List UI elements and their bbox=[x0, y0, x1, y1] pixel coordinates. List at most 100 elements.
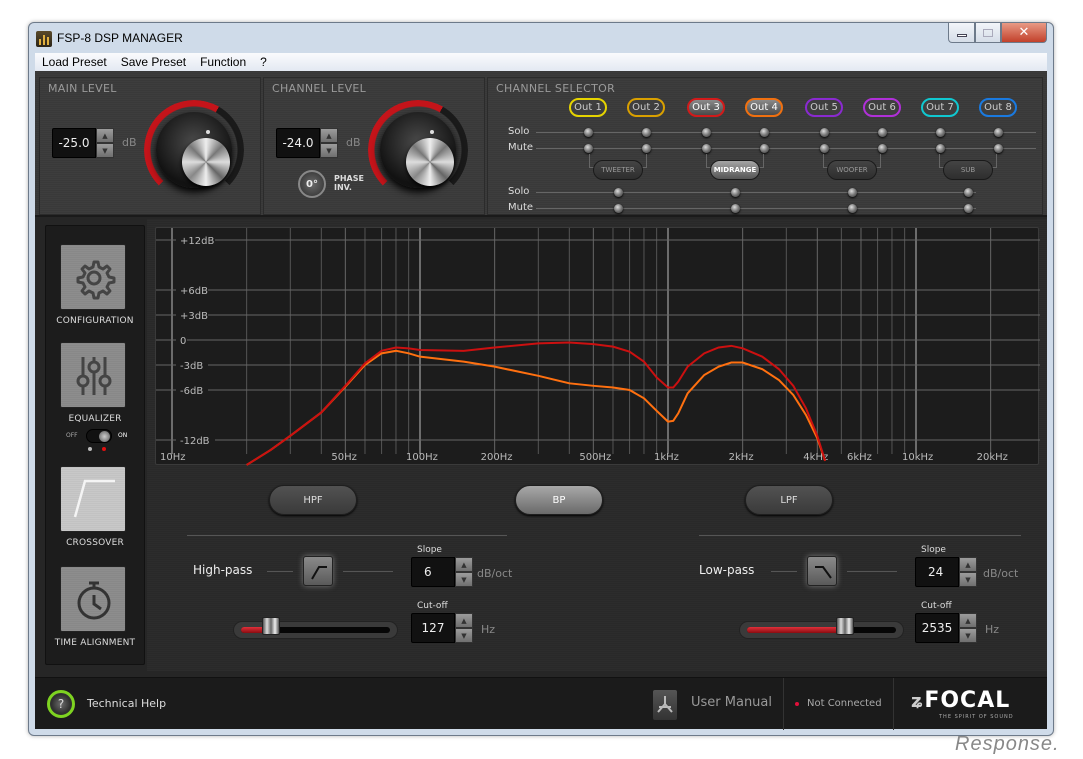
channel-level-down-button[interactable]: ▼ bbox=[320, 143, 338, 158]
menu-load-preset[interactable]: Load Preset bbox=[35, 55, 114, 69]
hp-cutoff-up-button[interactable]: ▲ bbox=[455, 613, 473, 628]
technical-help-link[interactable]: Technical Help bbox=[87, 697, 166, 710]
lp-cutoff-slider[interactable] bbox=[739, 617, 904, 639]
group-button-sub[interactable]: SUB bbox=[943, 160, 993, 180]
solo-button-out-3[interactable] bbox=[702, 128, 711, 137]
group-mute-button-sub[interactable] bbox=[964, 204, 973, 213]
output-button-2[interactable]: Out 2 bbox=[627, 98, 665, 117]
phase-invert-button[interactable]: 0° bbox=[298, 170, 326, 198]
group-button-woofer[interactable]: WOOFER bbox=[827, 160, 877, 180]
main-level-value[interactable]: -25.0 bbox=[52, 128, 96, 158]
x-tick-label: 2kHz bbox=[729, 452, 754, 463]
output-button-8[interactable]: Out 8 bbox=[979, 98, 1017, 117]
close-button[interactable]: ✕ bbox=[1001, 23, 1047, 43]
hp-slope-spinbox[interactable]: 6 ▲ ▼ bbox=[411, 557, 473, 587]
x-tick-label: 500Hz bbox=[579, 452, 611, 463]
menu-function[interactable]: Function bbox=[193, 55, 253, 69]
phase-inv-label: PHASE INV. bbox=[334, 174, 364, 192]
channel-level-up-button[interactable]: ▲ bbox=[320, 128, 338, 143]
bp-mode-button[interactable]: BP bbox=[515, 485, 603, 515]
pdf-icon[interactable] bbox=[653, 690, 677, 720]
main-level-down-button[interactable]: ▼ bbox=[96, 143, 114, 158]
output-button-5[interactable]: Out 5 bbox=[805, 98, 843, 117]
slider-thumb[interactable] bbox=[262, 617, 281, 635]
connection-status-dot bbox=[795, 702, 799, 706]
minimize-button[interactable] bbox=[948, 23, 975, 43]
output-button-1[interactable]: Out 1 bbox=[569, 98, 607, 117]
output-button-7[interactable]: Out 7 bbox=[921, 98, 959, 117]
channel-level-spinbox[interactable]: -24.0 ▲ ▼ bbox=[276, 128, 338, 158]
solo-button-out-8[interactable] bbox=[994, 128, 1003, 137]
menu-help[interactable]: ? bbox=[253, 55, 274, 69]
group-mute-button-tweeter[interactable] bbox=[614, 204, 623, 213]
slider-thumb[interactable] bbox=[836, 617, 855, 635]
mute-button-out-1[interactable] bbox=[584, 144, 593, 153]
menu-bar: Load Preset Save Preset Function ? bbox=[35, 53, 1047, 71]
hp-cutoff-value[interactable]: 127 bbox=[411, 613, 455, 643]
eq-on-label: ON bbox=[118, 432, 128, 439]
lp-cutoff-down-button[interactable]: ▼ bbox=[959, 628, 977, 643]
lpf-mode-button[interactable]: LPF bbox=[745, 485, 833, 515]
group-solo-button-sub[interactable] bbox=[964, 188, 973, 197]
mute-button-out-8[interactable] bbox=[994, 144, 1003, 153]
title-bar: FSP-8 DSP MANAGER ✕ bbox=[29, 23, 1053, 53]
maximize-button[interactable] bbox=[975, 23, 1001, 43]
mute-button-out-4[interactable] bbox=[760, 144, 769, 153]
menu-save-preset[interactable]: Save Preset bbox=[114, 55, 193, 69]
app-body: MAIN LEVEL -25.0 ▲ ▼ dB CHANNEL LEVEL -24… bbox=[35, 71, 1047, 730]
mute-button-out-7[interactable] bbox=[936, 144, 945, 153]
group-mute-button-woofer[interactable] bbox=[848, 204, 857, 213]
mute-button-out-6[interactable] bbox=[878, 144, 887, 153]
mute-button-out-5[interactable] bbox=[820, 144, 829, 153]
solo-button-out-2[interactable] bbox=[642, 128, 651, 137]
lp-slope-value[interactable]: 24 bbox=[915, 557, 959, 587]
hpf-mode-button[interactable]: HPF bbox=[269, 485, 357, 515]
hp-cutoff-spinbox[interactable]: 127 ▲ ▼ bbox=[411, 613, 473, 643]
mute-button-out-2[interactable] bbox=[642, 144, 651, 153]
hp-cutoff-slider[interactable] bbox=[233, 617, 398, 639]
main-level-knob[interactable] bbox=[144, 100, 244, 200]
solo-button-out-1[interactable] bbox=[584, 128, 593, 137]
group-button-tweeter[interactable]: TWEETER bbox=[593, 160, 643, 180]
group-solo-button-woofer[interactable] bbox=[848, 188, 857, 197]
main-level-up-button[interactable]: ▲ bbox=[96, 128, 114, 143]
eq-toggle-switch[interactable] bbox=[86, 429, 112, 443]
low-pass-filter-shape-button[interactable] bbox=[807, 556, 837, 586]
sidebar-item-label: TIME ALIGNMENT bbox=[54, 638, 136, 648]
solo-button-out-7[interactable] bbox=[936, 128, 945, 137]
watermark: Response. bbox=[955, 733, 1060, 755]
low-pass-shape-icon bbox=[815, 566, 832, 579]
output-button-6[interactable]: Out 6 bbox=[863, 98, 901, 117]
lp-slope-up-button[interactable]: ▲ bbox=[959, 557, 977, 572]
channel-level-value[interactable]: -24.0 bbox=[276, 128, 320, 158]
lp-cutoff-spinbox[interactable]: 2535 ▲ ▼ bbox=[915, 613, 977, 643]
main-level-spinbox[interactable]: -25.0 ▲ ▼ bbox=[52, 128, 114, 158]
solo-button-out-5[interactable] bbox=[820, 128, 829, 137]
lp-slope-down-button[interactable]: ▼ bbox=[959, 572, 977, 587]
technical-help-button[interactable]: ? bbox=[47, 690, 75, 718]
group-solo-button-midrange[interactable] bbox=[731, 188, 740, 197]
group-solo-button-tweeter[interactable] bbox=[614, 188, 623, 197]
hp-slope-value[interactable]: 6 bbox=[411, 557, 455, 587]
high-pass-filter-shape-button[interactable] bbox=[303, 556, 333, 586]
channel-level-knob[interactable] bbox=[368, 100, 468, 200]
hp-slope-up-button[interactable]: ▲ bbox=[455, 557, 473, 572]
hp-cutoff-down-button[interactable]: ▼ bbox=[455, 628, 473, 643]
lp-cutoff-unit: Hz bbox=[985, 623, 1000, 636]
output-button-3[interactable]: Out 3 bbox=[687, 98, 725, 117]
lp-cutoff-value[interactable]: 2535 bbox=[915, 613, 959, 643]
hp-divider bbox=[187, 535, 507, 536]
group-mute-button-midrange[interactable] bbox=[731, 204, 740, 213]
user-manual-link[interactable]: User Manual bbox=[691, 695, 772, 710]
lp-cutoff-up-button[interactable]: ▲ bbox=[959, 613, 977, 628]
sidebar-item-label: CROSSOVER bbox=[66, 538, 124, 548]
mute-button-out-3[interactable] bbox=[702, 144, 711, 153]
solo-button-out-4[interactable] bbox=[760, 128, 769, 137]
output-button-4[interactable]: Out 4 bbox=[745, 98, 783, 117]
high-pass-shape-icon bbox=[311, 566, 327, 580]
hp-slope-down-button[interactable]: ▼ bbox=[455, 572, 473, 587]
group-button-midrange[interactable]: MIDRANGE bbox=[710, 160, 760, 180]
channel-level-label: CHANNEL LEVEL bbox=[272, 82, 367, 95]
lp-slope-spinbox[interactable]: 24 ▲ ▼ bbox=[915, 557, 977, 587]
solo-button-out-6[interactable] bbox=[878, 128, 887, 137]
